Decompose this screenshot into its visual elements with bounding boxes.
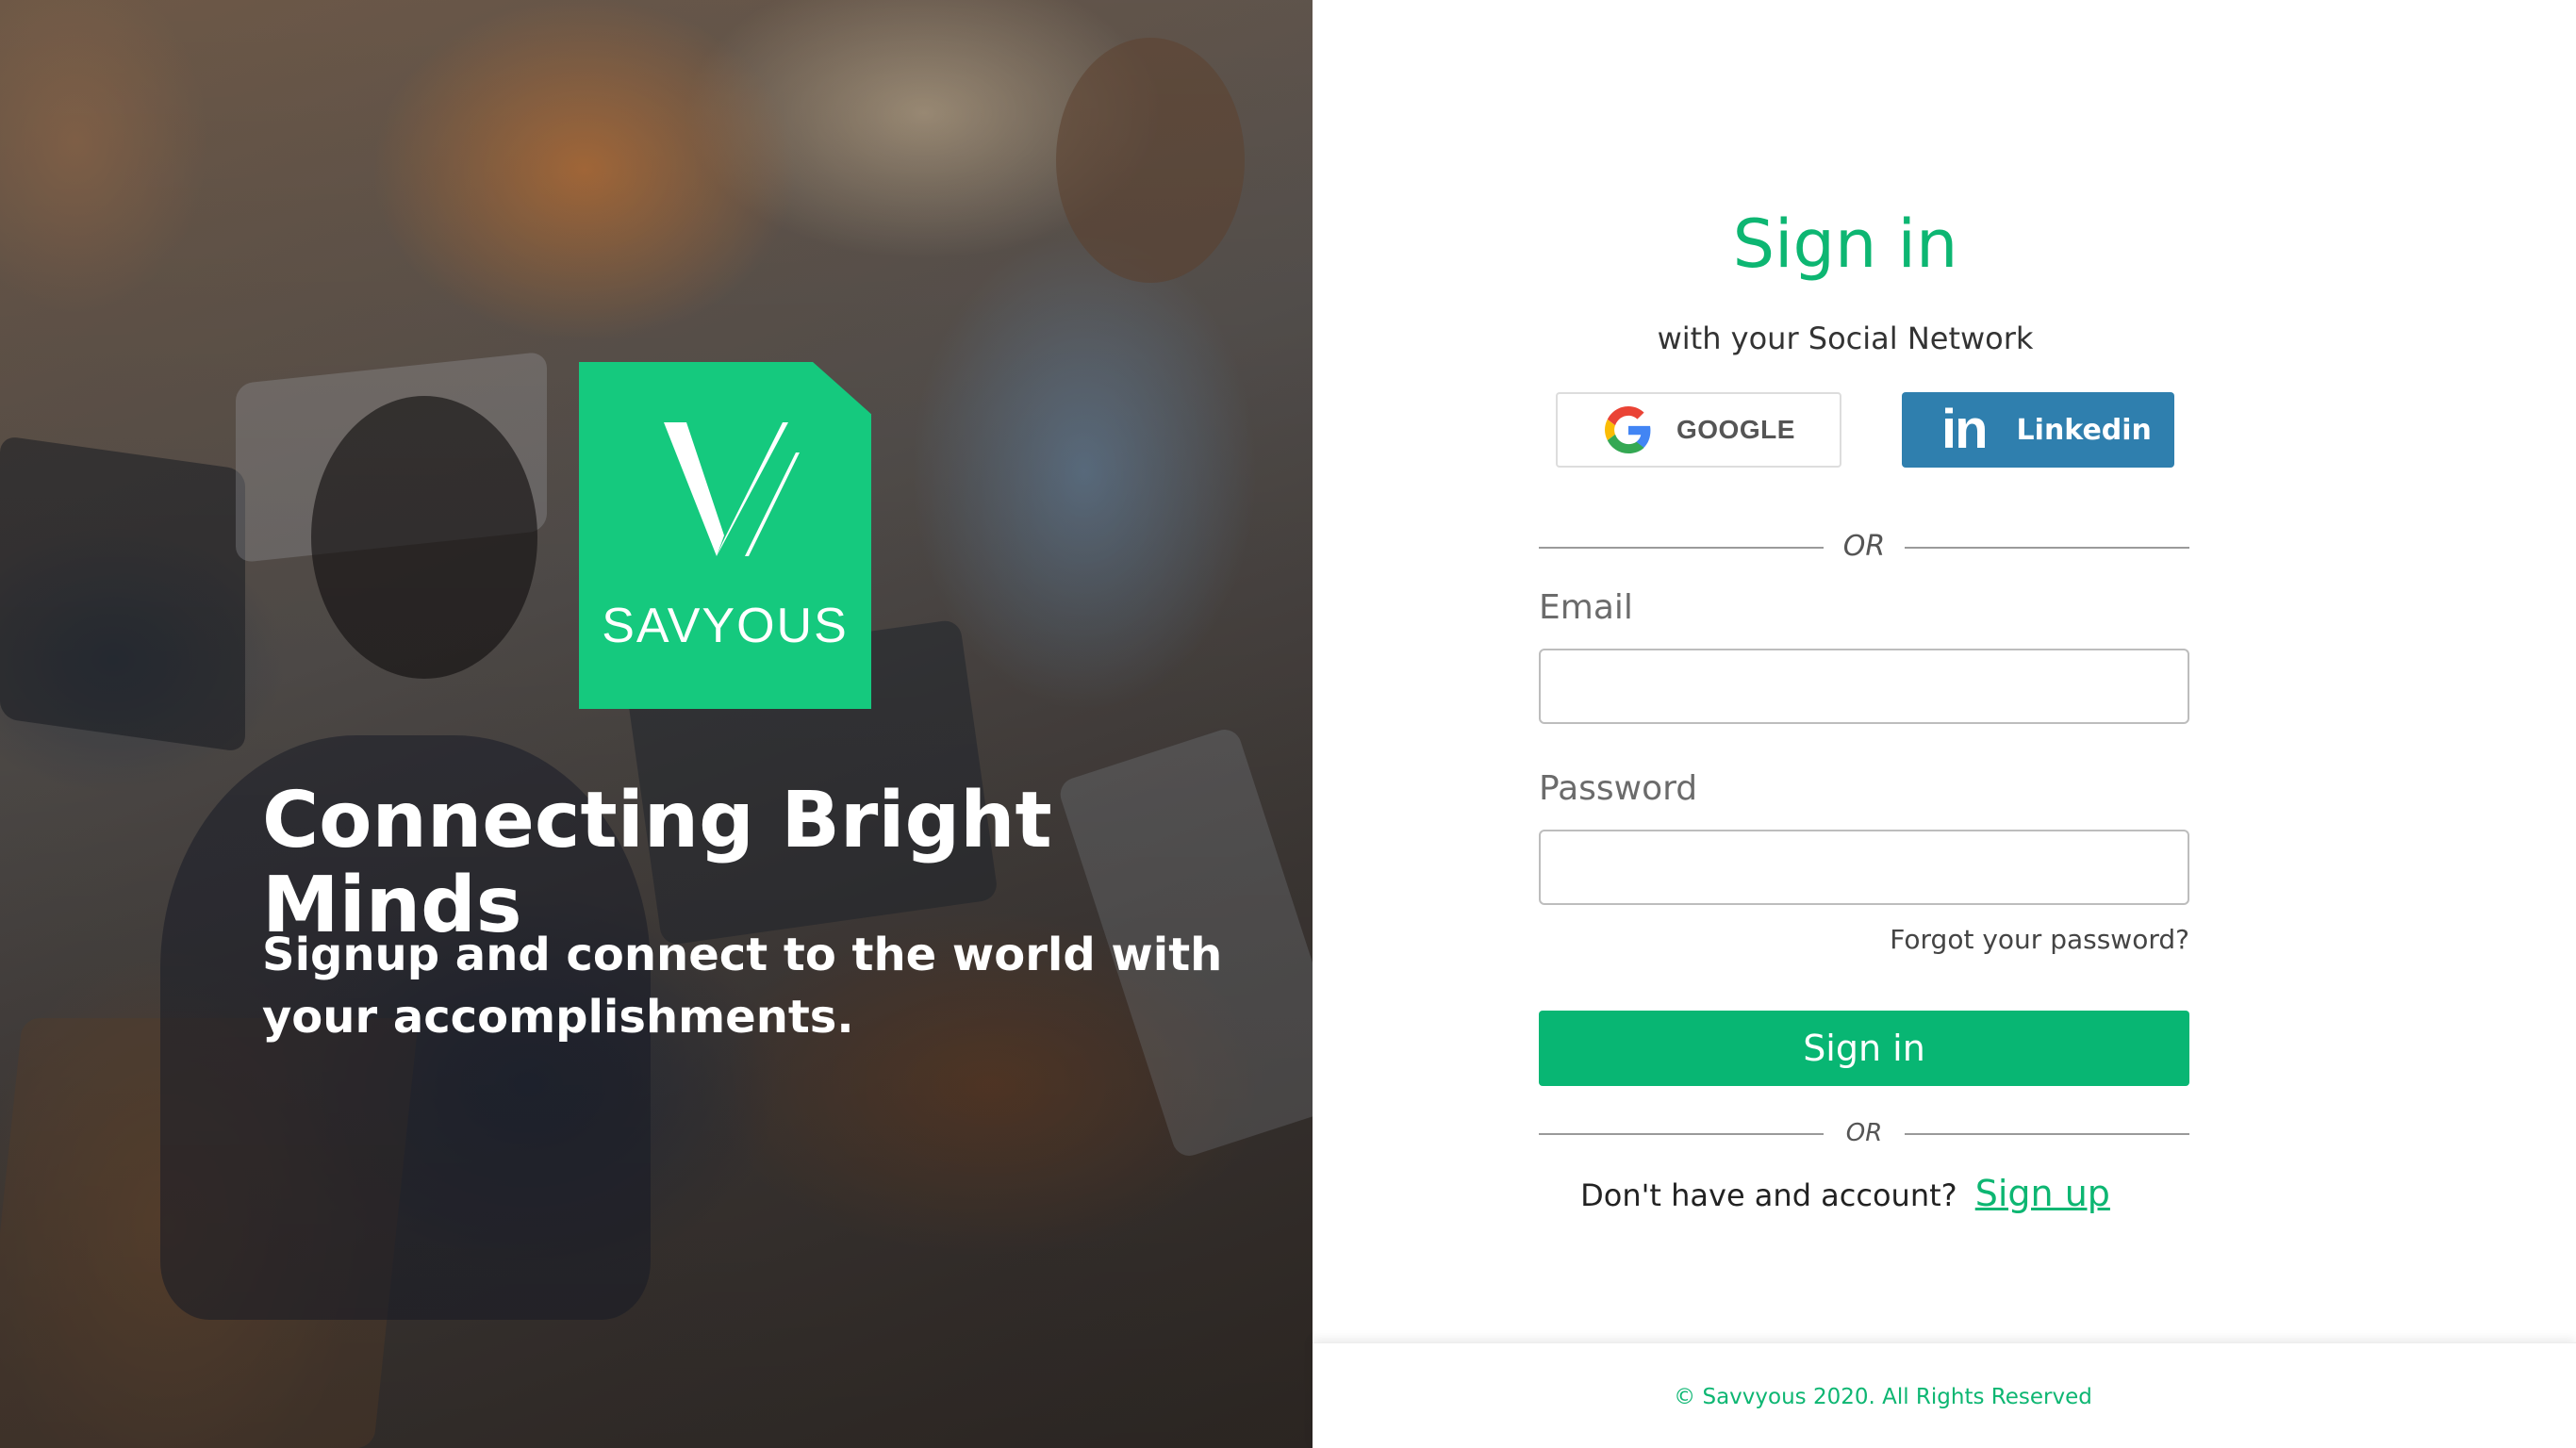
signup-row: Don't have and account? Sign up (1313, 1173, 2378, 1214)
signin-title: Sign in (1732, 206, 1958, 283)
or-divider: OR (1539, 1114, 2189, 1152)
social-caption: with your Social Network (1657, 321, 2034, 356)
google-signin-button[interactable]: GOOGLE (1556, 392, 1841, 468)
linkedin-button-label: Linkedin (2016, 413, 2152, 447)
signup-link[interactable]: Sign up (1975, 1173, 2110, 1214)
forgot-password-link[interactable]: Forgot your password? (1539, 924, 2189, 955)
linkedin-signin-button[interactable]: in Linkedin (1902, 392, 2174, 468)
email-label: Email (1539, 588, 1633, 627)
brand-wordmark: SAVYOUS (602, 599, 849, 653)
hero-panel: SAVYOUS Connecting Bright Minds Signup a… (0, 0, 1313, 1448)
signin-panel: Sign in with your Social Network GOOGLE … (1313, 0, 2576, 1342)
hero-overlay (0, 0, 1313, 1448)
hero-subtitle: Signup and connect to the world with you… (262, 929, 1223, 1045)
password-label: Password (1539, 769, 1698, 808)
password-field[interactable] (1539, 830, 2189, 905)
savvyous-v-logo-icon (664, 422, 800, 556)
signin-button[interactable]: Sign in (1539, 1011, 2189, 1086)
brand-logo: SAVYOUS (579, 362, 871, 709)
signin-page: SAVYOUS Connecting Bright Minds Signup a… (0, 0, 2576, 1448)
signup-prompt: Don't have and account? (1580, 1177, 1957, 1213)
copyright-text: © Savvyous 2020. All Rights Reserved (1674, 1385, 2092, 1409)
divider-line (1905, 1133, 2189, 1135)
email-field[interactable] (1539, 649, 2189, 724)
linkedin-icon: in (1941, 399, 1989, 460)
footer: © Savvyous 2020. All Rights Reserved (1313, 1342, 2576, 1448)
google-g-icon (1605, 406, 1651, 453)
or-divider: OR (1539, 528, 2189, 566)
divider-line (1905, 547, 2189, 549)
google-button-label: GOOGLE (1676, 415, 1795, 444)
